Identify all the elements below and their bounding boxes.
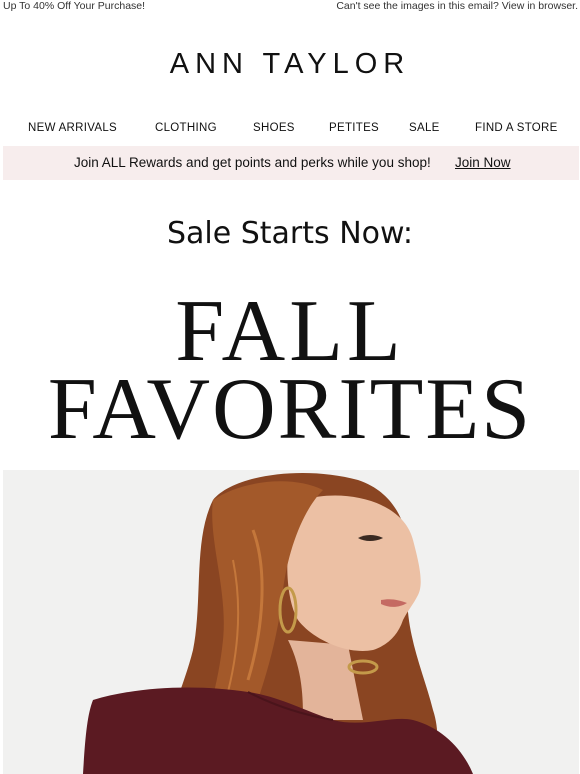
brand-logo[interactable]: ANN TAYLOR xyxy=(0,48,580,81)
rewards-message: Join ALL Rewards and get points and perk… xyxy=(74,155,431,170)
nav-find-a-store[interactable]: FIND A STORE xyxy=(475,122,558,134)
model-photo xyxy=(3,470,579,774)
nav-shoes[interactable]: SHOES xyxy=(253,122,295,134)
join-now-link[interactable]: Join Now xyxy=(455,155,511,170)
nav-sale[interactable]: SALE xyxy=(409,122,440,134)
nav-clothing[interactable]: CLOTHING xyxy=(155,122,217,134)
headline-line-2: FAVORITES xyxy=(47,361,533,458)
rewards-banner: Join ALL Rewards and get points and perk… xyxy=(3,146,579,180)
preheader: Up To 40% Off Your Purchase! Can't see t… xyxy=(0,0,580,14)
hero-image[interactable] xyxy=(3,470,579,774)
view-in-browser-link[interactable]: Can't see the images in this email? View… xyxy=(336,0,578,12)
main-nav: NEW ARRIVALS CLOTHING SHOES PETITES SALE… xyxy=(0,122,580,138)
promo-text: Up To 40% Off Your Purchase! xyxy=(3,0,146,12)
sale-eyebrow: Sale Starts Now: xyxy=(166,216,413,251)
nav-petites[interactable]: PETITES xyxy=(329,122,379,134)
nav-new-arrivals[interactable]: NEW ARRIVALS xyxy=(28,122,117,134)
